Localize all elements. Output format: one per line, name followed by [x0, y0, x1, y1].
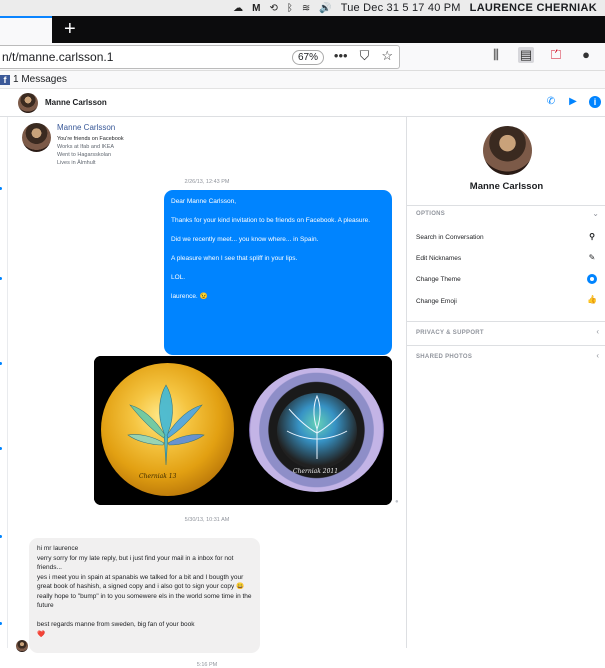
conversation-info-panel: Manne Carlsson OPTIONS ⌄ Search in Conve…: [406, 117, 605, 648]
bookmark-star-icon[interactable]: ☆: [381, 48, 393, 64]
cannabis-leaf-icon: [286, 394, 348, 459]
unread-dot: [0, 622, 2, 625]
unread-dot: [0, 277, 2, 280]
zoom-indicator[interactable]: 67%: [291, 49, 324, 65]
phone-icon[interactable]: ✆: [545, 96, 557, 108]
system-menubar: ☁ M ⟲ ᛒ ≋ 🔊 Tue Dec 31 5 17 40 PM LAUREN…: [0, 0, 605, 16]
message-thread[interactable]: Manne Carlsson You're friends on Faceboo…: [8, 117, 406, 668]
thumbs-up-icon[interactable]: 👍: [587, 295, 597, 305]
message-line: A pleasure when I see that spliff in you…: [171, 255, 298, 262]
menubar-user[interactable]: LAURENCE CHERNIAK: [470, 2, 597, 14]
message-line: Dear Manne Carlsson,: [171, 198, 237, 205]
hologram-coin-image[interactable]: Cherniak 2011: [244, 356, 392, 505]
sidebar-icon[interactable]: ▤: [518, 47, 534, 63]
change-emoji[interactable]: Change Emoji: [416, 298, 457, 305]
volume-icon[interactable]: 🔊: [319, 3, 331, 14]
time-machine-icon[interactable]: ⟲: [269, 3, 277, 14]
message-line: really hope to "bump" in to you somewere…: [37, 592, 252, 610]
coin-signature: Cherniak 13: [139, 473, 177, 480]
chevron-left-icon[interactable]: ‹: [596, 351, 599, 360]
shared-images[interactable]: Cherniak 13 Cherniak 2011: [94, 356, 392, 505]
message-line: ❤️: [37, 630, 46, 638]
unread-dot: [0, 362, 2, 365]
conversation-header: Manne Carlsson ✆ ▶ i: [0, 89, 605, 117]
header-avatar[interactable]: [18, 92, 38, 113]
info-icon[interactable]: i: [589, 96, 601, 108]
message-line: Thanks for your kind invitation to be fr…: [171, 217, 371, 224]
browser-tab-strip: +: [0, 16, 605, 43]
library-icon[interactable]: ⫼: [488, 47, 504, 63]
video-call-icon[interactable]: ▶: [567, 96, 579, 108]
shared-photos-header[interactable]: SHARED PHOTOS: [416, 354, 472, 360]
new-tab-button[interactable]: +: [64, 16, 76, 43]
cannabis-leaf-icon: [127, 384, 205, 466]
change-theme[interactable]: Change Theme: [416, 276, 461, 283]
message-line: laurence. 😉: [171, 293, 208, 300]
account-icon[interactable]: ●: [578, 47, 594, 63]
messenger-page: Manne Carlsson ✆ ▶ i Manne Carlsson You'…: [0, 89, 605, 668]
timestamp: 5:16 PM: [196, 662, 218, 668]
url-bar[interactable]: n/t/manne.carlsson.1 67% ••• ⛉ ☆: [0, 44, 400, 69]
timestamp: 2/26/13, 12:43 PM: [184, 179, 230, 185]
search-icon[interactable]: ⚲: [587, 232, 597, 242]
chevron-left-icon[interactable]: ‹: [596, 327, 599, 336]
browser-toolbar: n/t/manne.carlsson.1 67% ••• ⛉ ☆ ⫼ ▤ ⏍ ●…: [0, 43, 605, 71]
wifi-icon[interactable]: ≋: [302, 3, 310, 14]
timestamp: 5/30/13, 10:31 AM: [184, 517, 230, 523]
divider: [407, 321, 605, 322]
theme-icon[interactable]: [587, 274, 597, 284]
outgoing-message[interactable]: Dear Manne Carlsson, Thanks for your kin…: [164, 190, 392, 355]
pocket-icon[interactable]: ⛉: [360, 48, 370, 64]
gold-coin-image[interactable]: Cherniak 13: [94, 356, 242, 505]
message-line: best regards manne from sweden, big fan …: [37, 621, 195, 628]
options-header[interactable]: OPTIONS: [416, 211, 445, 217]
bookmarks-bar: f 1 Messages: [0, 71, 605, 89]
header-contact-name[interactable]: Manne Carlsson: [45, 98, 107, 107]
sender-avatar[interactable]: [16, 640, 28, 652]
page-actions-icon[interactable]: •••: [334, 48, 348, 64]
intro-avatar[interactable]: [22, 123, 51, 152]
active-tab[interactable]: [0, 16, 52, 43]
divider: [407, 345, 605, 346]
unread-dot: [0, 187, 2, 190]
panel-contact-name[interactable]: Manne Carlsson: [407, 181, 605, 192]
intro-lives: Lives in Älmhult: [57, 160, 96, 166]
message-line: Did we recently meet... you know where..…: [171, 236, 319, 243]
seen-icon: ●: [395, 499, 399, 505]
privacy-support-header[interactable]: PRIVACY & SUPPORT: [416, 330, 484, 336]
intro-contact-name[interactable]: Manne Carlsson: [57, 123, 115, 132]
conversation-list-edge: [0, 117, 8, 648]
unread-dot: [0, 447, 2, 450]
facebook-icon: f: [0, 74, 10, 85]
intro-friends-line: You're friends on Facebook: [57, 136, 124, 142]
intro-school: Went to Hagarsskolan: [57, 152, 112, 158]
panel-avatar[interactable]: [483, 126, 532, 175]
creative-cloud-icon[interactable]: ☁: [233, 3, 243, 14]
unread-dot: [0, 535, 2, 538]
menubar-clock[interactable]: Tue Dec 31 5 17 40 PM: [341, 2, 461, 14]
bookmark-messages[interactable]: 1 Messages: [13, 74, 67, 85]
edit-nicknames[interactable]: Edit Nicknames: [416, 255, 461, 262]
search-in-conversation[interactable]: Search in Conversation: [416, 234, 484, 241]
message-line: verry sorry for my late reply, but i jus…: [37, 554, 234, 572]
pdf-icon[interactable]: ⏍: [548, 47, 564, 63]
divider: [407, 205, 605, 206]
chevron-down-icon[interactable]: ⌄: [592, 209, 599, 218]
pencil-icon[interactable]: ✎: [587, 253, 597, 263]
malwarebytes-icon[interactable]: M: [252, 3, 260, 14]
message-line: LOL.: [171, 274, 186, 281]
gold-coin: Cherniak 13: [101, 363, 234, 496]
hologram-coin: Cherniak 2011: [249, 368, 384, 492]
coin-signature: Cherniak 2011: [293, 468, 339, 475]
intro-work: Works at Ifab and IKEA: [57, 144, 115, 150]
message-line: hi mr laurence: [37, 545, 79, 552]
bluetooth-icon[interactable]: ᛒ: [287, 3, 293, 14]
url-text: n/t/manne.carlsson.1: [2, 49, 114, 64]
message-line: yes i meet you in spain at spanabis we t…: [37, 573, 245, 591]
incoming-message[interactable]: hi mr laurence verry sorry for my late r…: [29, 538, 260, 653]
